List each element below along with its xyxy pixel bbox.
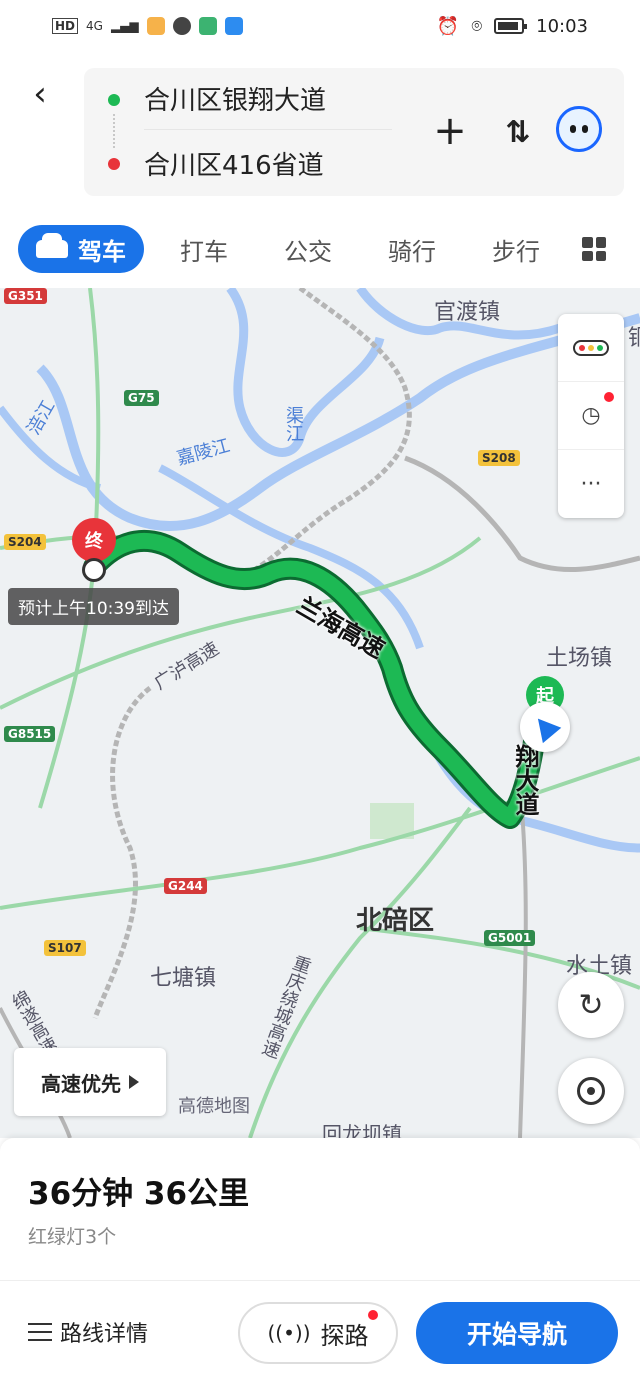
back-button[interactable]: ‹ [22, 74, 58, 114]
list-icon [28, 1323, 52, 1341]
route-duration-distance: 36分钟 36公里 [28, 1176, 250, 1212]
broadcast-icon: ((•)) [267, 1321, 311, 1345]
more-options-button[interactable]: ··· [558, 450, 624, 518]
route-summary-panel: 36分钟 36公里 红绿灯3个 路线详情 ((•)) 探路 开始导航 [0, 1138, 640, 1387]
app-icon [146, 17, 165, 35]
caret-right-icon [129, 1075, 139, 1089]
end-marker[interactable]: 终 [72, 518, 116, 562]
route-connector [113, 114, 115, 148]
battery-icon [494, 18, 528, 34]
crosshair-icon [577, 1077, 605, 1105]
assistant-robot-icon[interactable] [556, 106, 602, 152]
start-dot-icon [108, 94, 120, 106]
map-label-guandu: 官渡镇 [434, 300, 501, 325]
refresh-route-button[interactable]: ↻ [558, 972, 624, 1038]
notification-dot-icon [368, 1310, 378, 1320]
traffic-toggle-button[interactable] [558, 314, 624, 382]
map-view[interactable]: 官渡镇 涪江 嘉陵江 渠江 铜 土场镇 广泸高速 北碚区 七塘镇 水土镇 重庆绕… [0, 288, 640, 1138]
location-icon: ⌾ [471, 15, 483, 37]
map-label-qujiang: 渠江 [283, 406, 304, 442]
history-button[interactable]: ◷ [558, 382, 624, 450]
route-label-road: 翔大道 [511, 744, 539, 816]
end-dot-icon [108, 158, 120, 170]
status-bar: HD 4G ▂▄▆ ⏰ ⌾ 10:03 [0, 0, 640, 52]
route-detail-label: 路线详情 [60, 1322, 149, 1347]
notification-dot-icon [604, 392, 614, 402]
highway-preference-label: 高速优先 [41, 1071, 121, 1096]
tab-transit[interactable]: 公交 [256, 232, 360, 267]
road-shield-g8515: G8515 [4, 726, 56, 742]
locate-me-button[interactable] [558, 1058, 624, 1124]
tab-taxi[interactable]: 打车 [152, 232, 256, 267]
map-watermark: 高德地图 [178, 1096, 250, 1117]
tab-bike[interactable]: 骑行 [360, 232, 464, 267]
eta-chip: 预计上午10:39到达 [8, 588, 179, 625]
traffic-light-count: 红绿灯3个 [28, 1226, 117, 1248]
highway-preference-button[interactable]: 高速优先 [14, 1048, 166, 1116]
map-tools-panel: ◷ ··· [558, 314, 624, 518]
explore-route-button[interactable]: ((•)) 探路 [238, 1302, 398, 1364]
tab-walk[interactable]: 步行 [464, 232, 568, 267]
swap-route-button[interactable]: ⇅ [500, 110, 536, 156]
start-location: 合川区银翔大道 [144, 86, 327, 116]
app-icon [172, 17, 191, 35]
network-label: 4G [86, 19, 103, 33]
road-shield-s107: S107 [44, 940, 86, 956]
end-location-field[interactable]: 合川区416省道 [144, 132, 392, 194]
play-icon [198, 17, 217, 35]
route-box: 合川区银翔大道 合川区416省道 + ⇅ [84, 68, 624, 196]
road-shield-g5001: G5001 [484, 930, 536, 946]
car-icon [36, 233, 68, 258]
send-icon [224, 17, 243, 35]
map-label-partial-right: 铜 [628, 326, 640, 351]
map-label-tuchang: 土场镇 [546, 646, 613, 671]
map-label-beibei: 北碚区 [356, 906, 435, 936]
add-waypoint-button[interactable]: + [430, 108, 470, 154]
road-shield-s208: S208 [478, 450, 520, 466]
clock: 10:03 [536, 15, 588, 37]
divider [0, 1280, 640, 1281]
status-icons: HD 4G ▂▄▆ [52, 17, 243, 35]
road-shield-g244: G244 [164, 878, 207, 894]
current-location-arrow-icon [520, 702, 570, 752]
map-label-bottom-partial: 回龙坝镇 [322, 1122, 402, 1138]
ellipsis-icon: ··· [580, 471, 602, 497]
route-detail-button[interactable]: 路线详情 [28, 1316, 148, 1348]
clock-history-icon: ◷ [581, 403, 601, 428]
refresh-icon: ↻ [578, 987, 604, 1023]
map-label-qitang: 七塘镇 [150, 966, 217, 991]
tab-drive-label: 驾车 [78, 237, 126, 266]
tab-drive[interactable]: 驾车 [18, 225, 144, 273]
chevron-left-icon: ‹ [33, 74, 47, 114]
road-shield-s204: S204 [4, 534, 46, 550]
hd-icon: HD [52, 18, 79, 34]
traffic-light-icon [573, 339, 609, 356]
end-location: 合川区416省道 [144, 150, 324, 181]
more-modes-grid-icon[interactable] [582, 237, 606, 261]
alarm-icon: ⏰ [436, 15, 460, 37]
transport-mode-tabs: 驾车 打车 公交 骑行 步行 [0, 216, 640, 282]
status-right: ⏰ ⌾ 10:03 [437, 16, 588, 37]
end-pin-icon [82, 558, 106, 582]
road-shield-g75: G75 [124, 390, 159, 406]
explore-label: 探路 [320, 1321, 369, 1350]
road-shield-g351: G351 [4, 288, 47, 304]
start-navigation-button[interactable]: 开始导航 [416, 1302, 618, 1364]
signal-icon: ▂▄▆ [110, 19, 139, 33]
start-location-field[interactable]: 合川区银翔大道 [144, 68, 392, 130]
